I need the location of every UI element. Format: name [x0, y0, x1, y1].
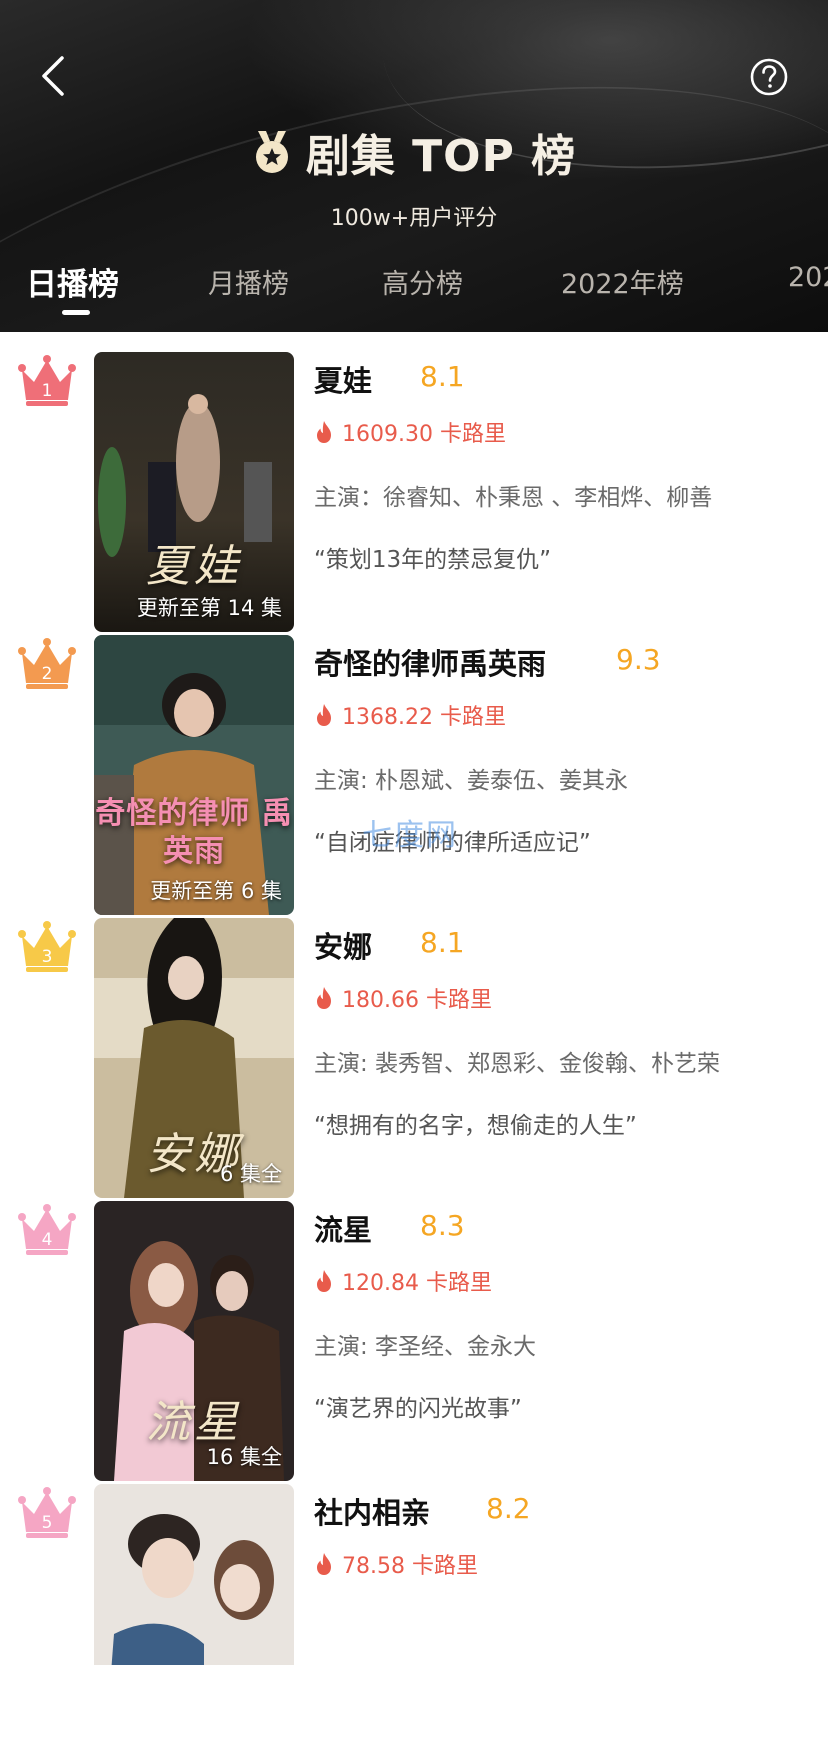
list-item[interactable]: 5 社内相亲 8.2 78.58 卡路里 — [0, 1464, 828, 1764]
score: 8.1 — [420, 360, 465, 393]
rank-number: 4 — [42, 1230, 53, 1250]
poster[interactable]: 流星 16 集全 — [94, 1201, 294, 1481]
title-row: 剧集 TOP 榜 — [0, 118, 828, 186]
poster[interactable]: 奇怪的律师 禹英雨 更新至第 6 集 — [94, 635, 294, 915]
tab-year-2022[interactable]: 2022年榜 — [561, 262, 684, 301]
heat-label: 180.66 卡路里 — [342, 988, 492, 1013]
tagline: “演艺界的闪光故事” — [314, 1396, 522, 1422]
heat-label: 78.58 卡路里 — [342, 1554, 478, 1579]
poster-image — [94, 635, 294, 915]
fire-icon — [317, 704, 331, 726]
show-title[interactable]: 夏娃 — [314, 358, 372, 400]
poster[interactable]: 夏娃 更新至第 14 集 — [94, 352, 294, 632]
cast-list: 主演: 李圣经、金永大 — [314, 1334, 537, 1360]
cast-list: 主演：徐睿知、朴秉恩 、李相烨、柳善 — [314, 485, 713, 511]
fire-icon — [317, 1553, 331, 1575]
fire-icon — [317, 1270, 331, 1292]
page-subtitle: 100w+用户评分 — [330, 206, 498, 231]
poster[interactable]: 安娜 6 集全 — [94, 918, 294, 1198]
page-title: 剧集 TOP 榜 — [305, 131, 577, 182]
show-title[interactable]: 流星 — [314, 1207, 372, 1249]
heat-label: 120.84 卡路里 — [342, 1271, 492, 1296]
crown-icon: 4 — [18, 1204, 76, 1255]
list-item[interactable]: 1 夏娃 更新至第 14 集 夏娃 8.1 1609.30 卡路里 主演：徐睿知… — [0, 332, 828, 632]
poster[interactable] — [94, 1484, 294, 1665]
heat-label: 1368.22 卡路里 — [342, 705, 506, 730]
tab-bar: 日播榜 月播榜 高分榜 2022年榜 202 — [0, 262, 828, 318]
rank-number: 2 — [42, 664, 53, 684]
tagline: “策划13年的禁忌复仇” — [314, 547, 552, 573]
poster-title: 奇怪的律师 禹英雨 — [95, 796, 293, 869]
list-item[interactable]: 3 安娜 6 集全 安娜 8.1 180.66 卡路里 主演: 裴秀智、郑恩彩、… — [0, 898, 828, 1198]
score: 9.3 — [616, 643, 661, 676]
header: 剧集 TOP 榜 100w+用户评分 日播榜 月播榜 高分榜 2022年榜 20… — [0, 0, 828, 332]
heat-value: 1368.22 卡路里 — [314, 699, 506, 731]
crown-icon: 5 — [18, 1487, 76, 1538]
score: 8.2 — [486, 1492, 531, 1525]
crown-icon: 2 — [18, 638, 76, 689]
help-button[interactable] — [749, 57, 789, 97]
cast-list: 主演: 朴恩斌、姜泰伍、姜其永 — [314, 768, 629, 794]
show-title[interactable]: 安娜 — [314, 924, 372, 966]
poster-image — [94, 1484, 294, 1665]
crown-icon: 1 — [18, 355, 76, 406]
tab-year-partial[interactable]: 202 — [788, 262, 828, 293]
show-title[interactable]: 奇怪的律师禹英雨 — [314, 641, 546, 683]
heat-value: 1609.30 卡路里 — [314, 416, 506, 448]
cast-list: 主演: 裴秀智、郑恩彩、金俊翰、朴艺荣 — [314, 1051, 721, 1077]
ranking-list: 1 夏娃 更新至第 14 集 夏娃 8.1 1609.30 卡路里 主演：徐睿知… — [0, 332, 828, 1665]
rank-number: 3 — [42, 947, 53, 967]
list-item[interactable]: 2 奇怪的律师 禹英雨 更新至第 6 集 奇怪的律师禹英雨 9.3 1368.2… — [0, 615, 828, 915]
heat-value: 180.66 卡路里 — [314, 982, 492, 1014]
watermark: 七度网 — [362, 818, 458, 853]
list-item[interactable]: 4 流星 16 集全 流星 8.3 120.84 卡路里 主演: 李圣经、金永大 — [0, 1181, 828, 1481]
fire-icon — [317, 421, 331, 443]
crown-icon: 3 — [18, 921, 76, 972]
fire-icon — [317, 987, 331, 1009]
tab-monthly[interactable]: 月播榜 — [208, 262, 289, 301]
tagline: “想拥有的名字，想偷走的人生” — [314, 1113, 637, 1139]
poster-title: 夏娃 — [146, 541, 242, 592]
score: 8.3 — [420, 1209, 465, 1242]
active-tab-indicator — [62, 310, 90, 315]
medal-icon — [255, 131, 288, 173]
heat-value: 120.84 卡路里 — [314, 1265, 492, 1297]
tab-high-score[interactable]: 高分榜 — [382, 262, 463, 301]
heat-label: 1609.30 卡路里 — [342, 422, 506, 447]
rank-number: 1 — [42, 381, 53, 401]
heat-value: 78.58 卡路里 — [314, 1548, 478, 1580]
score: 8.1 — [420, 926, 465, 959]
show-title[interactable]: 社内相亲 — [314, 1490, 430, 1532]
rank-number: 5 — [42, 1513, 53, 1533]
back-button[interactable] — [34, 52, 74, 100]
tab-daily[interactable]: 日播榜 — [26, 259, 119, 304]
